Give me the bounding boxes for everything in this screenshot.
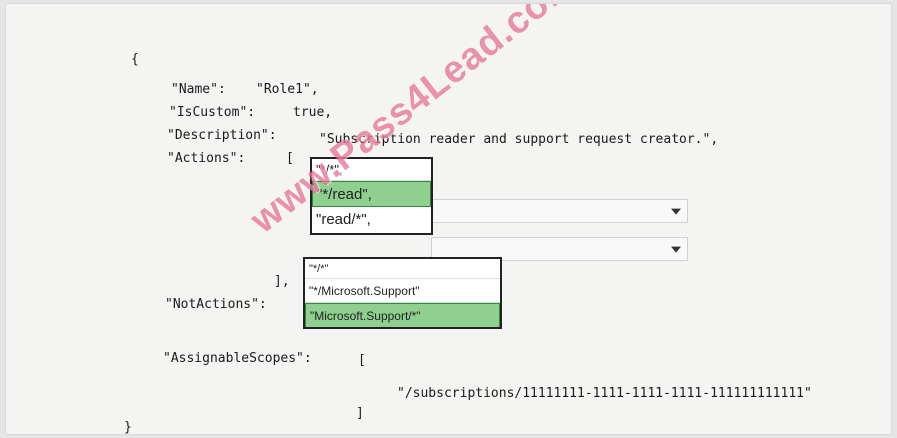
actions-dropdown-1[interactable] — [431, 199, 688, 223]
iscustom-key: "IsCustom": — [169, 105, 256, 120]
iscustom-value: true, — [293, 105, 333, 120]
actions-close-bracket: ], — [274, 274, 290, 289]
name-key: "Name": — [171, 82, 226, 97]
notactions-key: "NotActions": — [165, 297, 267, 312]
actions-key: "Actions": — [167, 151, 246, 166]
actions-option-1[interactable]: "*/*", — [312, 159, 431, 181]
close-brace: } — [124, 420, 132, 434]
notactions-options-list[interactable]: "*/*" "*/Microsoft.Support" "Microsoft.S… — [303, 257, 502, 329]
name-value: "Role1", — [256, 82, 319, 97]
assignable-key: "AssignableScopes": — [163, 351, 312, 366]
actions-option-3[interactable]: "read/*", — [312, 207, 431, 233]
actions-open-bracket: [ — [286, 151, 294, 166]
scope-value: "/subscriptions/11111111-1111-1111-1111-… — [397, 386, 812, 401]
actions-option-2[interactable]: "*/read", — [312, 181, 431, 207]
open-brace: { — [131, 52, 139, 67]
actions-options-list[interactable]: "*/*", "*/read", "read/*", — [310, 157, 433, 235]
description-value: "Subscription reader and support request… — [319, 132, 719, 147]
question-panel: { "Name": "Role1", "IsCustom": true, "De… — [6, 4, 891, 434]
assignable-open-bracket: [ — [358, 353, 366, 368]
description-key: "Description": — [167, 128, 277, 143]
notactions-option-1[interactable]: "*/*" — [305, 259, 500, 279]
notactions-option-2[interactable]: "*/Microsoft.Support" — [305, 279, 500, 303]
chevron-down-icon — [671, 208, 681, 215]
assignable-close-bracket: ] — [356, 406, 364, 421]
chevron-down-icon — [671, 246, 681, 253]
notactions-option-3[interactable]: "Microsoft.Support/*" — [305, 303, 500, 327]
